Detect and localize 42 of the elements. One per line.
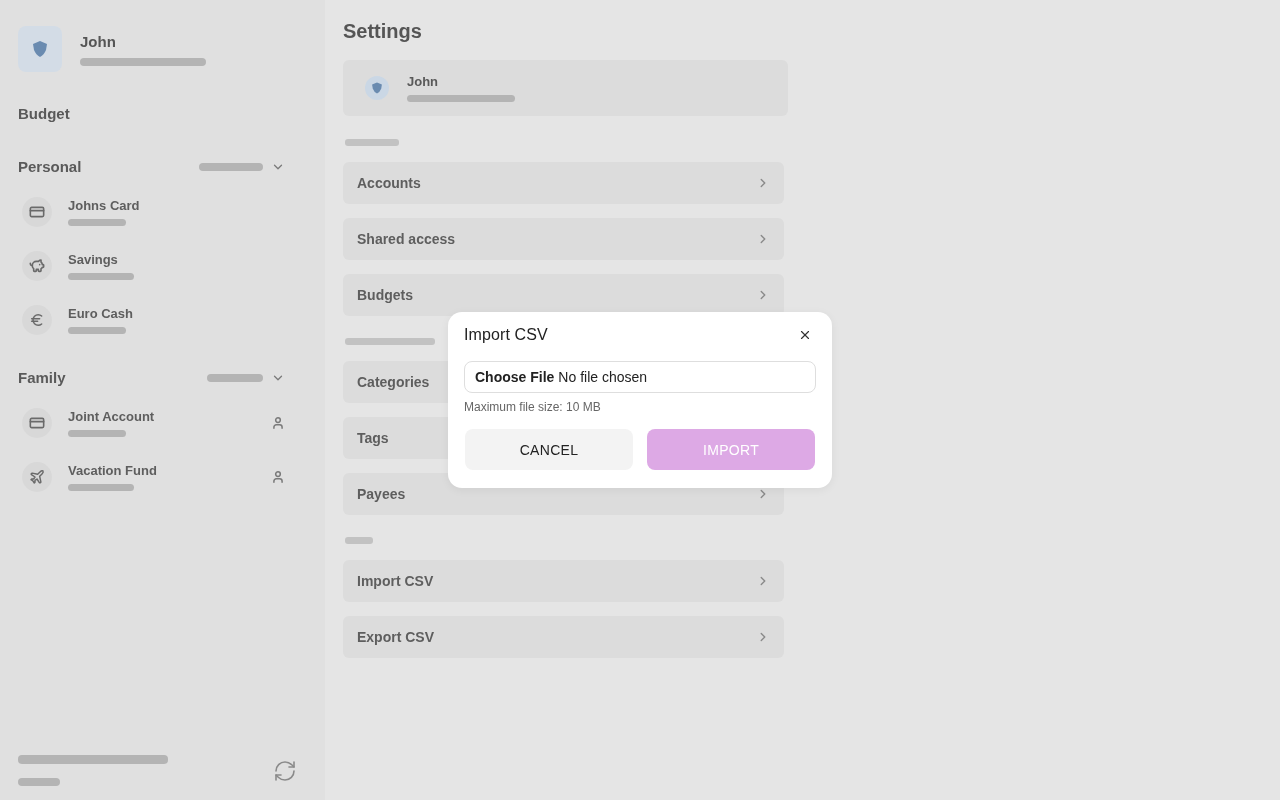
account-name[interactable]: Joint Account	[68, 409, 155, 424]
file-name-text: No file chosen	[558, 369, 648, 385]
blurred-text	[207, 373, 263, 382]
page-title: Settings	[343, 19, 422, 43]
settings-row[interactable]: Import CSV	[343, 560, 784, 602]
hint-text: Maximum file size: 10 MB	[464, 400, 601, 414]
settings-row[interactable]: Accounts	[343, 162, 784, 204]
dialog-title: Import CSV	[464, 326, 548, 344]
file-input-field[interactable]: Choose File No file chosen	[464, 361, 816, 393]
piggy-bank-icon	[22, 251, 52, 281]
plane-icon	[22, 462, 52, 492]
user-name: John	[407, 74, 439, 89]
settings-row[interactable]: Shared access	[343, 218, 784, 260]
blurred-text	[199, 162, 263, 171]
shield-icon	[18, 26, 62, 72]
account-name[interactable]: Vacation Fund	[68, 463, 157, 478]
sidebar-heading: Budget	[18, 105, 70, 122]
card-icon	[22, 197, 52, 227]
blurred-text	[68, 273, 134, 280]
close-icon[interactable]	[798, 328, 812, 342]
blurred-text	[68, 484, 134, 491]
account-name[interactable]: Savings	[68, 252, 118, 267]
blurred-text	[345, 537, 373, 544]
card-icon	[22, 408, 52, 438]
blurred-text	[68, 327, 126, 334]
blurred-text	[68, 219, 126, 226]
account-name[interactable]: Euro Cash	[68, 306, 133, 321]
settings-row[interactable]: Budgets	[343, 274, 784, 316]
choose-file-button[interactable]: Choose File	[475, 369, 555, 385]
settings-row[interactable]: Export CSV	[343, 616, 784, 658]
account-name[interactable]: Johns Card	[68, 198, 140, 213]
group-title[interactable]: Personal	[18, 158, 82, 175]
refresh-icon[interactable]	[273, 758, 297, 783]
blurred-text	[345, 139, 399, 146]
shield-icon	[365, 76, 389, 100]
group-title[interactable]: Family	[18, 369, 66, 386]
blurred-text	[68, 430, 126, 437]
user-name: John	[80, 32, 116, 50]
profile-card[interactable]: John	[343, 60, 788, 116]
cancel-button[interactable]: CANCEL	[465, 429, 633, 470]
blurred-text	[18, 778, 60, 786]
euro-icon	[22, 305, 52, 335]
